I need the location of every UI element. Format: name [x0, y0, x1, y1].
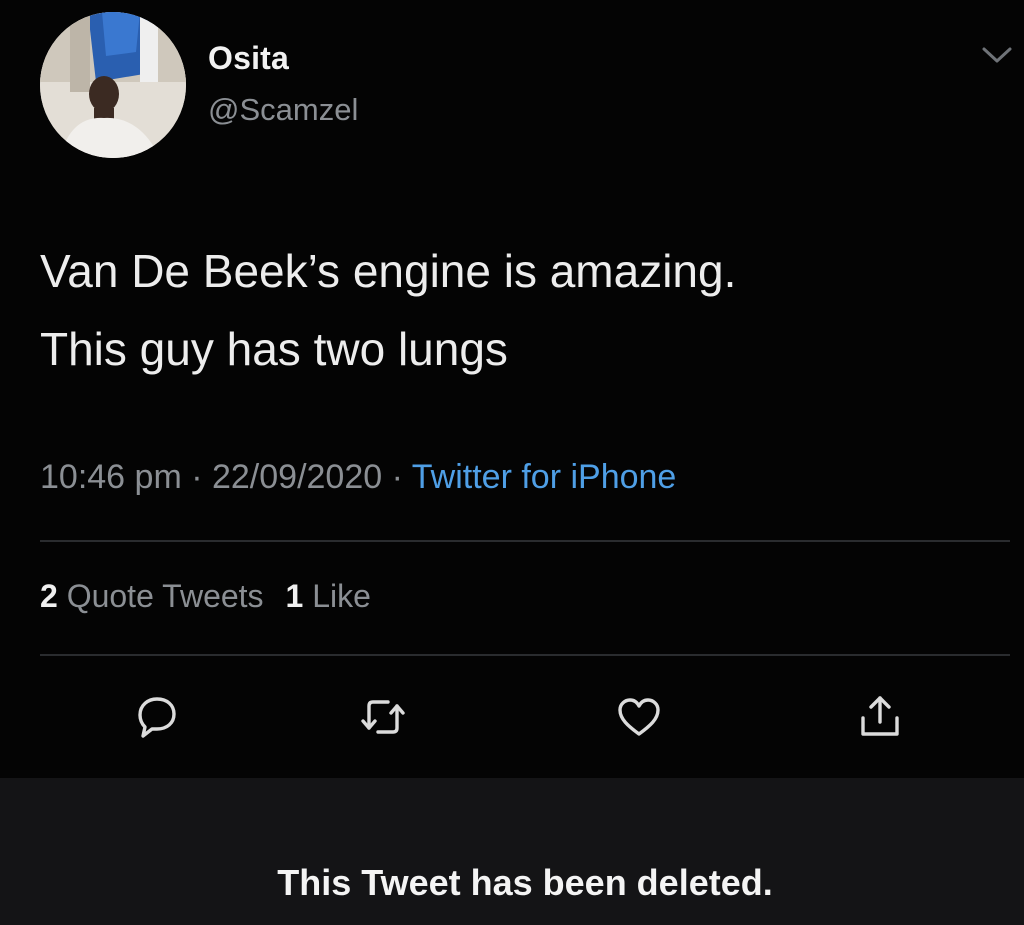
profile-photo-icon: [40, 12, 186, 158]
quote-label: Quote Tweets: [66, 578, 264, 614]
like-button[interactable]: [612, 690, 666, 744]
deleted-notice-text: This Tweet has been deleted.: [277, 862, 773, 903]
reply-button[interactable]: [130, 690, 184, 744]
likes-stat[interactable]: 1 Like: [286, 578, 371, 614]
tweet-stats: 2 Quote Tweets 1 Like: [40, 578, 371, 615]
tweet-text-line: Van De Beek’s engine is amazing.: [40, 245, 737, 297]
avatar[interactable]: [40, 12, 186, 158]
like-count: 1: [285, 578, 304, 614]
tweet-text-line: This guy has two lungs: [40, 323, 508, 375]
tweet-card: Osita @Scamzel Van De Beek’s engine is a…: [0, 0, 1024, 778]
meta-separator: ·: [382, 458, 412, 496]
like-label: Like: [312, 578, 371, 614]
divider: [40, 540, 1010, 542]
quote-tweets-stat[interactable]: 2 Quote Tweets: [40, 578, 264, 614]
divider: [40, 654, 1010, 656]
retweet-button[interactable]: [356, 690, 410, 744]
user-handle[interactable]: @Scamzel: [208, 92, 358, 128]
speech-bubble-icon: [138, 697, 176, 738]
retweet-icon: [361, 700, 405, 734]
display-name[interactable]: Osita: [208, 40, 289, 77]
meta-separator: ·: [181, 458, 212, 496]
tweet-date: 22/09/2020: [211, 458, 383, 496]
tweet-time: 10:46 pm: [40, 458, 182, 496]
share-button[interactable]: [853, 690, 907, 744]
chevron-down-icon[interactable]: [978, 40, 1016, 70]
tweet-text: Van De Beek’s engine is amazing. This gu…: [40, 232, 980, 388]
tweet-source-link[interactable]: Twitter for iPhone: [412, 458, 677, 496]
quote-count: 2: [40, 578, 58, 614]
tweet-meta: 10:46 pm · 22/09/2020 · Twitter for iPho…: [40, 458, 676, 497]
share-icon: [861, 696, 899, 736]
heart-icon: [618, 698, 660, 736]
